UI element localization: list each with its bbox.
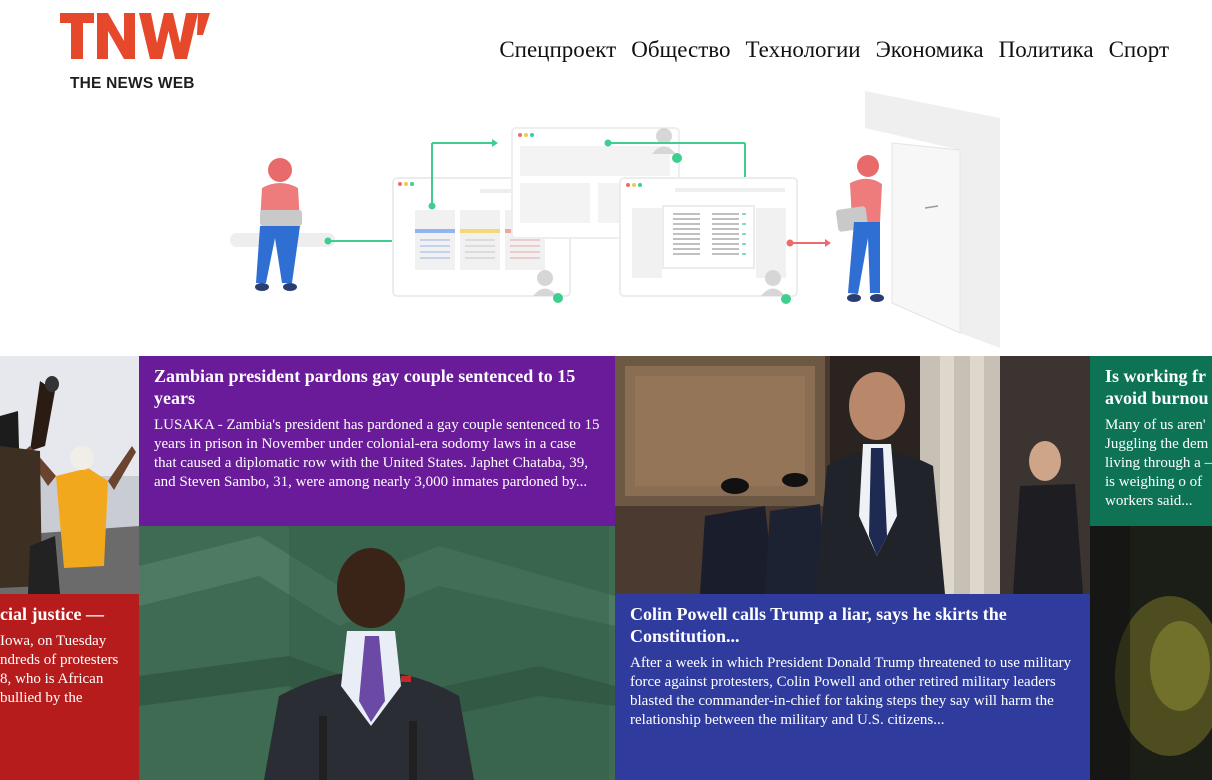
hero-illustration <box>230 91 1000 348</box>
news-title[interactable]: cial justice — <box>0 603 125 625</box>
nav-item-sport[interactable]: Спорт <box>1109 36 1169 64</box>
person-with-laptop-icon <box>230 158 335 291</box>
news-grid: cial justice — Iowa, on Tuesday ndreds o… <box>0 356 1212 780</box>
news-excerpt: Iowa, on Tuesday ndreds of protesters 8,… <box>0 633 119 706</box>
news-panel: Colin Powell calls Trump a liar, says he… <box>615 594 1090 780</box>
news-excerpt: LUSAKA - Zambia's president has pardoned… <box>154 417 600 490</box>
nav-item-special[interactable]: Спецпроект <box>499 36 616 64</box>
news-card-powell[interactable]: Colin Powell calls Trump a liar, says he… <box>615 356 1090 780</box>
news-photo-protest <box>0 356 139 594</box>
walking-person-icon <box>836 155 884 302</box>
nav-item-technology[interactable]: Технологии <box>746 36 861 64</box>
news-card-burnout[interactable]: Is working fr avoid burnou Many of us ar… <box>1090 356 1212 780</box>
news-title[interactable]: Zambian president pardons gay couple sen… <box>154 365 601 409</box>
news-excerpt: After a week in which President Donald T… <box>630 655 1072 728</box>
nav-item-economy[interactable]: Экономика <box>876 36 984 64</box>
news-panel: Zambian president pardons gay couple sen… <box>139 356 615 526</box>
news-photo-burnout <box>1090 526 1212 780</box>
logo-wordmark: THE NEWS WEB <box>70 75 195 92</box>
door-illustration <box>865 91 1000 348</box>
news-title[interactable]: Colin Powell calls Trump a liar, says he… <box>630 603 1076 647</box>
nav-item-politics[interactable]: Политика <box>999 36 1094 64</box>
news-panel: cial justice — Iowa, on Tuesday ndreds o… <box>0 594 139 780</box>
news-excerpt: Many of us aren' Juggling the dem living… <box>1105 417 1212 509</box>
news-panel: Is working fr avoid burnou Many of us ar… <box>1090 356 1212 526</box>
news-photo-zambia <box>139 526 615 780</box>
news-card-protest[interactable]: cial justice — Iowa, on Tuesday ndreds o… <box>0 356 139 780</box>
news-title[interactable]: Is working fr avoid burnou <box>1105 365 1212 409</box>
nav-item-society[interactable]: Общество <box>631 36 730 64</box>
tnw-logo-icon <box>60 13 210 59</box>
news-card-zambia[interactable]: Zambian president pardons gay couple sen… <box>139 356 615 780</box>
news-photo-powell <box>615 356 1090 594</box>
site-logo[interactable]: THE NEWS WEB <box>60 13 212 91</box>
main-nav: Спецпроект Общество Технологии Экономика… <box>499 36 1169 64</box>
